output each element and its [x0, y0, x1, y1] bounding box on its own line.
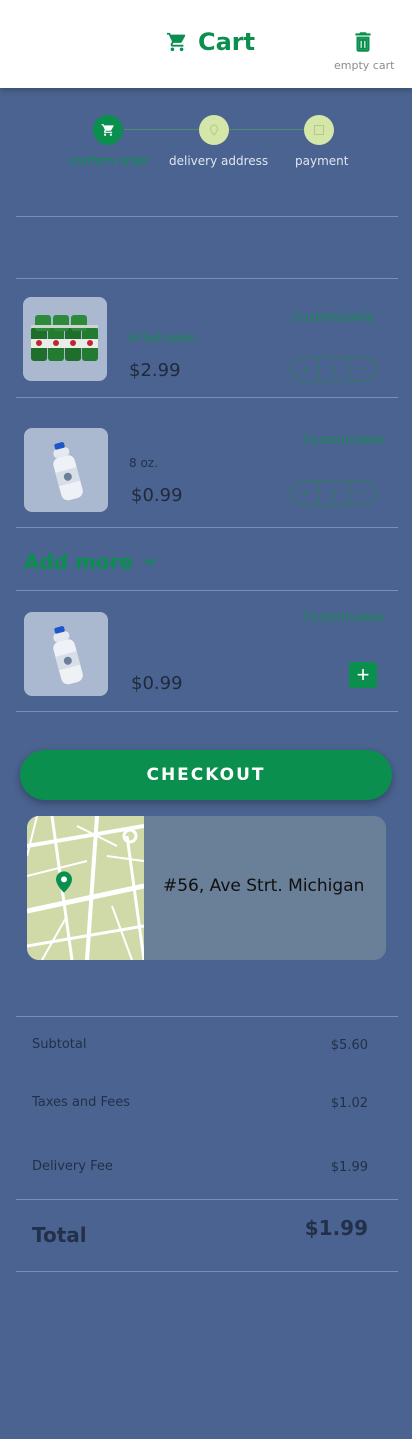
add-more-toggle[interactable]: Add more: [24, 550, 157, 574]
product-image-heineken[interactable]: [23, 297, 107, 381]
divider: [16, 590, 398, 591]
item-price: $2.99: [129, 360, 181, 381]
trash-icon[interactable]: [350, 29, 376, 55]
customizable-link[interactable]: Customizable: [293, 310, 374, 324]
delivery-address-text: #56, Ave Strt. Michigan: [163, 876, 365, 896]
customizable-link[interactable]: Customizable: [303, 610, 384, 624]
decrement-button[interactable]: −: [349, 482, 376, 504]
delivery-address-card[interactable]: #56, Ave Strt. Michigan: [27, 816, 386, 960]
quantity-value: |: [320, 358, 349, 380]
chevron-down-icon: [144, 558, 156, 566]
map-pin-icon: [56, 871, 72, 893]
item-price: $0.99: [131, 673, 183, 694]
total-value: $1.99: [304, 1216, 368, 1240]
add-more-label: Add more: [24, 550, 134, 574]
location-pin-icon: [209, 124, 219, 136]
product-image-water[interactable]: [24, 612, 108, 696]
quantity-value: |: [320, 482, 349, 504]
divider: [16, 278, 398, 279]
divider: [16, 1016, 398, 1017]
checkout-stepper: confirm order delivery address payment: [0, 112, 412, 182]
add-item-button[interactable]: +: [349, 662, 377, 688]
taxes-value: $1.02: [330, 1096, 368, 1111]
delivery-fee-value: $1.99: [330, 1160, 368, 1175]
customizable-link[interactable]: Customizable: [303, 433, 384, 447]
water-bottle-image: [53, 626, 83, 685]
product-image-water[interactable]: [24, 428, 108, 512]
beer-pack-image: [31, 315, 98, 361]
step-label-delivery-address: delivery address: [169, 154, 269, 168]
step-confirm-order[interactable]: [93, 115, 123, 145]
page-title: Cart: [198, 28, 256, 56]
empty-cart-button[interactable]: empty cart: [334, 59, 394, 72]
water-bottle-image: [53, 442, 83, 501]
step-connector: [228, 129, 304, 130]
step-connector: [124, 129, 200, 130]
map-thumbnail: [27, 816, 146, 960]
divider: [16, 1271, 398, 1272]
quantity-stepper[interactable]: + | −: [291, 481, 377, 505]
step-label-payment: payment: [295, 154, 349, 168]
increment-button[interactable]: +: [292, 482, 321, 504]
divider: [16, 527, 398, 528]
cart-icon: [166, 32, 186, 52]
step-label-confirm-order: confirm order: [69, 154, 151, 168]
increment-button[interactable]: +: [292, 358, 321, 380]
cart-icon: [101, 124, 114, 136]
delivery-fee-label: Delivery Fee: [32, 1159, 113, 1174]
cart-title-group: Cart: [166, 28, 255, 56]
taxes-label: Taxes and Fees: [32, 1095, 131, 1110]
map-streets: [27, 816, 146, 960]
divider: [16, 216, 398, 217]
subtotal-value: $5.60: [330, 1038, 368, 1053]
step-payment[interactable]: [304, 115, 334, 145]
item-variant: 6*heineken: [129, 331, 198, 345]
subtotal-label: Subtotal: [32, 1037, 87, 1052]
divider: [16, 397, 398, 398]
checkout-button[interactable]: CHECKOUT: [20, 750, 392, 800]
quantity-stepper[interactable]: + | −: [291, 357, 377, 381]
item-price: $0.99: [131, 485, 183, 506]
card-icon: [314, 125, 324, 135]
item-variant: 8 oz.: [129, 456, 158, 470]
step-delivery-address[interactable]: [199, 115, 229, 145]
app-header: Cart empty cart: [0, 0, 412, 88]
total-label: Total: [32, 1223, 87, 1247]
divider: [16, 711, 398, 712]
divider: [16, 1199, 398, 1200]
decrement-button[interactable]: −: [349, 358, 376, 380]
